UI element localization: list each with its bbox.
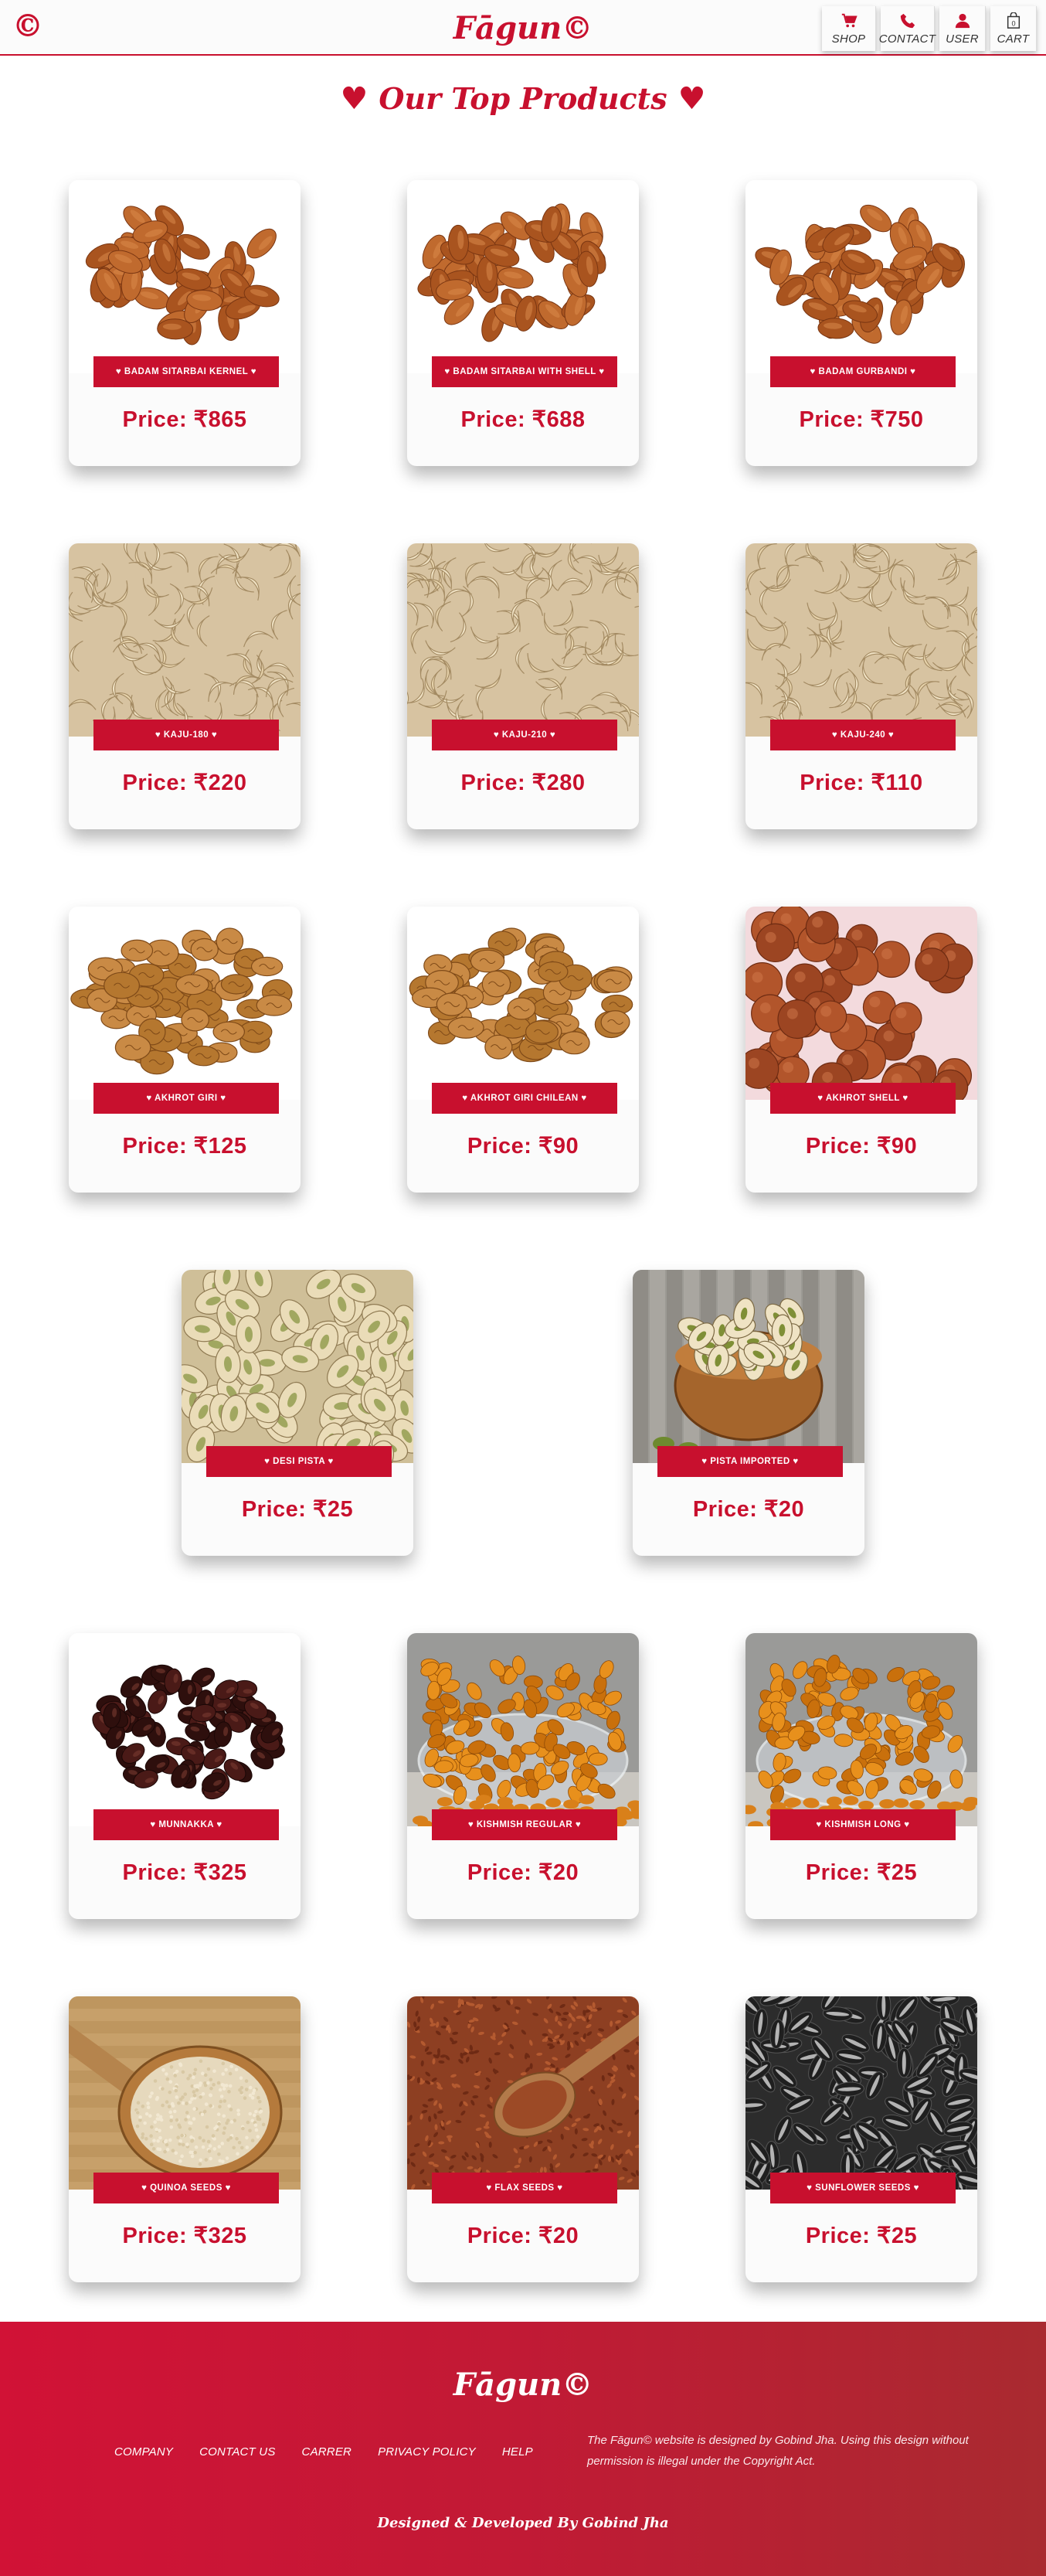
brand-link[interactable]: Fāgun© — [453, 10, 593, 46]
section-title-text: Our Top Products — [379, 81, 667, 116]
nav-cart[interactable]: 0 CART — [990, 6, 1037, 51]
product-card[interactable]: ♥ AKHROT SHELL ♥ Price: ₹90 — [745, 907, 977, 1193]
product-price: Price: ₹90 — [805, 1134, 918, 1159]
sunflower-image — [745, 1996, 977, 2190]
product-price: Price: ₹20 — [692, 1497, 805, 1522]
product-card[interactable]: ♥ BADAM SITARBAI KERNEL ♥ Price: ₹865 — [69, 180, 301, 466]
product-label: ♥ AKHROT GIRI ♥ — [93, 1083, 279, 1114]
main-nav: SHOP CONTACT USER 0 CART — [822, 6, 1037, 51]
product-price: Price: ₹25 — [241, 1497, 354, 1522]
site-header: © Fāgun© SHOP CONTACT USER 0 CART — [0, 0, 1046, 56]
footer-link-career[interactable]: CARRER — [302, 2445, 352, 2459]
product-card[interactable]: ♥ DESI PISTA ♥ Price: ₹25 — [182, 1270, 413, 1556]
product-card[interactable]: ♥ QUINOA SEEDS ♥ Price: ₹325 — [69, 1996, 301, 2282]
product-label: ♥ AKHROT SHELL ♥ — [770, 1083, 956, 1114]
product-label: ♥ BADAM SITARBAI KERNEL ♥ — [93, 356, 279, 387]
product-price: Price: ₹125 — [122, 1134, 247, 1159]
phone-icon — [900, 13, 915, 28]
product-price: Price: ₹325 — [122, 2224, 247, 2248]
product-card[interactable]: ♥ PISTA IMPORTED ♥ Price: ₹20 — [633, 1270, 864, 1556]
product-label: ♥ QUINOA SEEDS ♥ — [93, 2173, 279, 2203]
product-price: Price: ₹25 — [805, 2224, 918, 2248]
product-price: Price: ₹110 — [800, 771, 923, 795]
product-price: Price: ₹90 — [467, 1134, 579, 1159]
nav-shop[interactable]: SHOP — [822, 6, 876, 51]
product-card[interactable]: ♥ KAJU-240 ♥ Price: ₹110 — [745, 543, 977, 829]
footer-links: COMPANY CONTACT US CARRER PRIVACY POLICY… — [114, 2445, 559, 2459]
almond-image — [745, 180, 977, 373]
raisin-golden-image — [745, 1633, 977, 1826]
product-card[interactable]: ♥ SUNFLOWER SEEDS ♥ Price: ₹25 — [745, 1996, 977, 2282]
pistachio-image — [182, 1270, 413, 1463]
heart-icon: ♥ — [340, 80, 368, 117]
site-footer: Fāgun© COMPANY CONTACT US CARRER PRIVACY… — [0, 2322, 1046, 2576]
product-card[interactable]: ♥ KAJU-210 ♥ Price: ₹280 — [407, 543, 639, 829]
product-price: Price: ₹688 — [460, 407, 586, 432]
nav-shop-label: SHOP — [831, 32, 866, 46]
bag-icon: 0 — [1007, 12, 1020, 29]
nav-contact[interactable]: CONTACT — [878, 6, 936, 51]
product-card[interactable]: ♥ BADAM SITARBAI WITH SHELL ♥ Price: ₹68… — [407, 180, 639, 466]
product-price: Price: ₹20 — [467, 2224, 579, 2248]
product-price: Price: ₹20 — [467, 1860, 579, 1885]
product-card[interactable]: ♥ BADAM GURBANDI ♥ Price: ₹750 — [745, 180, 977, 466]
product-label: ♥ KAJU-210 ♥ — [432, 720, 617, 750]
footer-credit: Designed & Developed By Gobind Jha — [377, 2515, 669, 2531]
raisin-golden-image — [407, 1633, 639, 1826]
product-label: ♥ DESI PISTA ♥ — [206, 1446, 392, 1477]
nav-cart-label: CART — [997, 32, 1030, 46]
product-label: ♥ BADAM SITARBAI WITH SHELL ♥ — [432, 356, 617, 387]
user-icon — [955, 13, 970, 28]
product-card[interactable]: ♥ KISHMISH LONG ♥ Price: ₹25 — [745, 1633, 977, 1919]
nav-user[interactable]: USER — [939, 6, 986, 51]
product-card[interactable]: ♥ FLAX SEEDS ♥ Price: ₹20 — [407, 1996, 639, 2282]
nav-contact-label: CONTACT — [878, 32, 936, 46]
product-label: ♥ MUNNAKKA ♥ — [93, 1809, 279, 1840]
product-label: ♥ KAJU-240 ♥ — [770, 720, 956, 750]
cart-icon — [841, 13, 858, 27]
product-price: Price: ₹750 — [799, 407, 924, 432]
walnut-image — [69, 907, 301, 1100]
product-price: Price: ₹865 — [122, 407, 247, 432]
product-price: Price: ₹25 — [805, 1860, 918, 1885]
section-title: ♥ Our Top Products ♥ — [0, 76, 1046, 122]
walnut-shell-image — [745, 907, 977, 1100]
raisin-dark-image — [69, 1633, 301, 1826]
product-card[interactable]: ♥ KISHMISH REGULAR ♥ Price: ₹20 — [407, 1633, 639, 1919]
footer-link-help[interactable]: HELP — [502, 2445, 533, 2459]
product-price: Price: ₹325 — [122, 1860, 247, 1885]
quinoa-image — [69, 1996, 301, 2190]
product-card[interactable]: ♥ MUNNAKKA ♥ Price: ₹325 — [69, 1633, 301, 1919]
product-label: ♥ SUNFLOWER SEEDS ♥ — [770, 2173, 956, 2203]
heart-icon: ♥ — [678, 80, 706, 117]
product-card[interactable]: ♥ AKHROT GIRI CHILEAN ♥ Price: ₹90 — [407, 907, 639, 1193]
cart-count: 0 — [1011, 19, 1015, 27]
product-card[interactable]: ♥ AKHROT GIRI ♥ Price: ₹125 — [69, 907, 301, 1193]
product-label: ♥ FLAX SEEDS ♥ — [432, 2173, 617, 2203]
cashew-image — [745, 543, 977, 737]
product-card[interactable]: ♥ KAJU-180 ♥ Price: ₹220 — [69, 543, 301, 829]
footer-link-contact[interactable]: CONTACT US — [199, 2445, 275, 2459]
product-label: ♥ KISHMISH REGULAR ♥ — [432, 1809, 617, 1840]
footer-link-privacy[interactable]: PRIVACY POLICY — [378, 2445, 476, 2459]
product-label: ♥ KISHMISH LONG ♥ — [770, 1809, 956, 1840]
logo-icon[interactable]: © — [12, 9, 43, 43]
almond-image — [407, 180, 639, 373]
footer-copyright-note: The Fāgun© website is designed by Gobind… — [587, 2434, 969, 2468]
product-label: ♥ AKHROT GIRI CHILEAN ♥ — [432, 1083, 617, 1114]
cashew-image — [69, 543, 301, 737]
footer-link-company[interactable]: COMPANY — [114, 2445, 173, 2459]
product-price: Price: ₹220 — [122, 771, 247, 795]
pistachio-bowl-image — [633, 1270, 864, 1463]
flax-image — [407, 1996, 639, 2190]
almond-image — [69, 180, 301, 373]
product-label: ♥ PISTA IMPORTED ♥ — [657, 1446, 843, 1477]
product-label: ♥ BADAM GURBANDI ♥ — [770, 356, 956, 387]
nav-user-label: USER — [946, 32, 979, 46]
product-price: Price: ₹280 — [460, 771, 586, 795]
cashew-image — [407, 543, 639, 737]
footer-brand[interactable]: Fāgun© — [0, 2367, 1046, 2403]
product-label: ♥ KAJU-180 ♥ — [93, 720, 279, 750]
walnut-image — [407, 907, 639, 1100]
